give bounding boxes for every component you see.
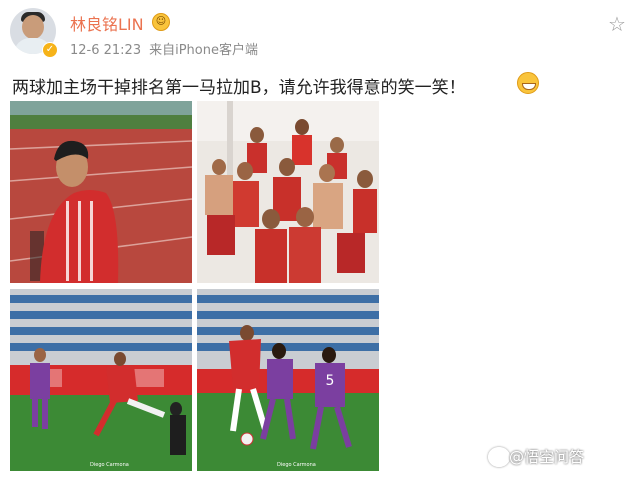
photo-4-image: 5 — [197, 289, 379, 471]
svg-text:5: 5 — [326, 373, 335, 389]
photo-2-image — [197, 101, 379, 283]
verified-badge-icon: ✓ — [42, 42, 58, 58]
photo-4[interactable]: 5 Diego Carmona — [197, 289, 379, 471]
post-source: 来自iPhone客户端 — [149, 43, 258, 58]
star-icon[interactable]: ☆ — [608, 14, 626, 34]
photo-4-credit: Diego Carmona — [277, 462, 316, 468]
photo-3[interactable]: Diego Carmona — [10, 289, 192, 471]
photo-1-image — [10, 101, 192, 283]
photo-2[interactable] — [197, 101, 379, 283]
username-emoji-icon: ☺ — [152, 13, 170, 31]
photo-3-credit: Diego Carmona — [90, 462, 129, 468]
photo-1[interactable] — [10, 101, 192, 283]
grin-emoji-icon — [517, 72, 539, 94]
post-timestamp[interactable]: 12-6 21:23 — [70, 43, 141, 58]
watermark: @悟空问答 — [509, 448, 585, 466]
wukong-logo-icon — [488, 447, 510, 467]
photo-3-image — [10, 289, 192, 471]
post-meta: 12-6 21:23 来自iPhone客户端 — [70, 39, 258, 58]
post-text: 两球加主场干掉排名第一马拉加B，请允许我得意的笑一笑！ — [12, 78, 466, 98]
username[interactable]: 林良铭LIN — [70, 11, 144, 35]
avatar-face — [22, 15, 44, 39]
